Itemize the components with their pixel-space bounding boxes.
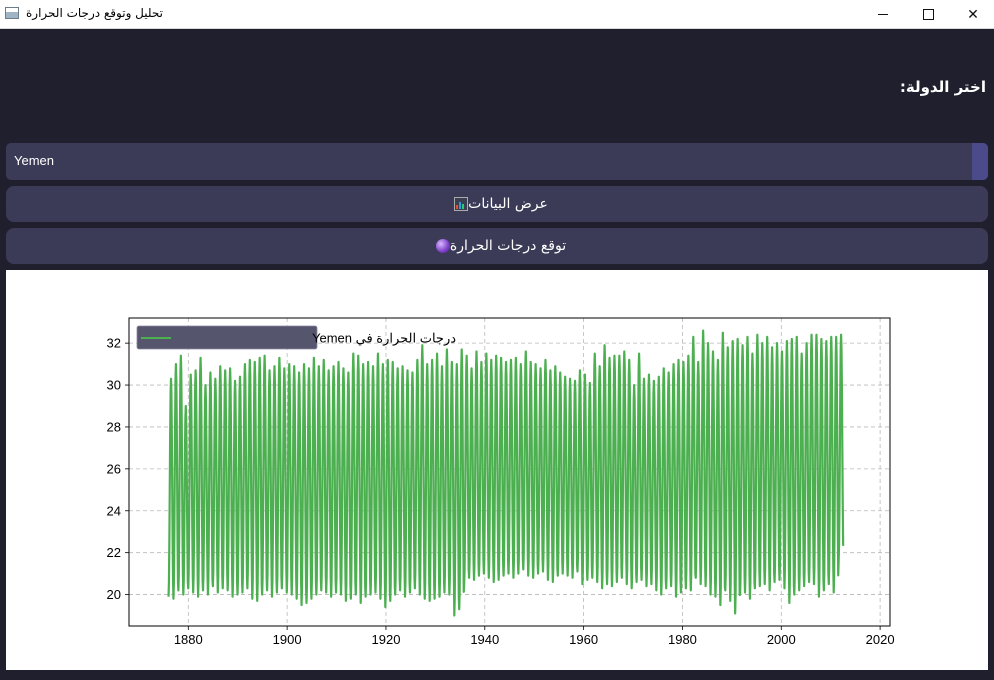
x-tick-label: 1900 [273, 632, 302, 647]
country-select-value: Yemen [14, 153, 54, 168]
chart-series [167, 329, 845, 617]
crystal-ball-icon [435, 239, 450, 253]
x-tick-label: 1880 [174, 632, 203, 647]
x-tick-label: 1980 [668, 632, 697, 647]
predict-label: توقع درجات الحرارة [449, 238, 567, 254]
maximize-button[interactable] [905, 0, 951, 29]
x-tick-label: 2020 [866, 632, 895, 647]
bar-chart-icon [454, 197, 469, 211]
country-select[interactable]: Yemen [6, 143, 988, 180]
y-tick-label: 24 [107, 503, 121, 518]
y-tick-label: 22 [107, 545, 121, 560]
window-title: تحليل وتوقع درجات الحرارة [26, 6, 163, 20]
x-tick-label: 1940 [470, 632, 499, 647]
predict-button[interactable]: توقع درجات الحرارة [6, 228, 988, 264]
temperature-chart: 1880 1900 1920 1940 1960 1980 2000 2020 2022242… [107, 317, 895, 647]
minimize-icon [878, 14, 888, 15]
dropdown-arrow-icon[interactable] [972, 143, 988, 180]
y-tick-label: 32 [107, 336, 121, 351]
app-icon [5, 7, 19, 19]
minimize-button[interactable] [860, 0, 906, 29]
y-tick-label: 30 [107, 378, 121, 393]
legend-label: درجات الحرارة في Yemen [312, 331, 456, 347]
x-tick-label: 2000 [767, 632, 796, 647]
temperature-line [167, 329, 845, 617]
x-axis: 1880 1900 1920 1940 1960 1980 2000 2020 [174, 626, 895, 647]
show-data-button[interactable]: عرض البيانات [6, 186, 988, 222]
country-label: اختر الدولة: [899, 78, 986, 96]
show-data-label: عرض البيانات [468, 196, 548, 212]
y-tick-label: 20 [107, 587, 121, 602]
y-tick-label: 26 [107, 461, 121, 476]
maximize-icon [922, 9, 934, 20]
x-tick-label: 1960 [569, 632, 598, 647]
close-button[interactable]: ✕ [950, 0, 994, 29]
x-tick-label: 1920 [372, 632, 401, 647]
y-tick-label: 28 [107, 419, 121, 434]
chart-canvas: 1880 1900 1920 1940 1960 1980 2000 2020 20 22 24 2… [6, 270, 988, 670]
close-icon: ✕ [967, 6, 979, 23]
chart-legend: درجات الحرارة في Yemen [136, 325, 456, 350]
y-axis: 20 22 24 26 28 30 32 [107, 336, 129, 602]
window-titlebar: تحليل وتوقع درجات الحرارة ✕ [0, 0, 994, 29]
